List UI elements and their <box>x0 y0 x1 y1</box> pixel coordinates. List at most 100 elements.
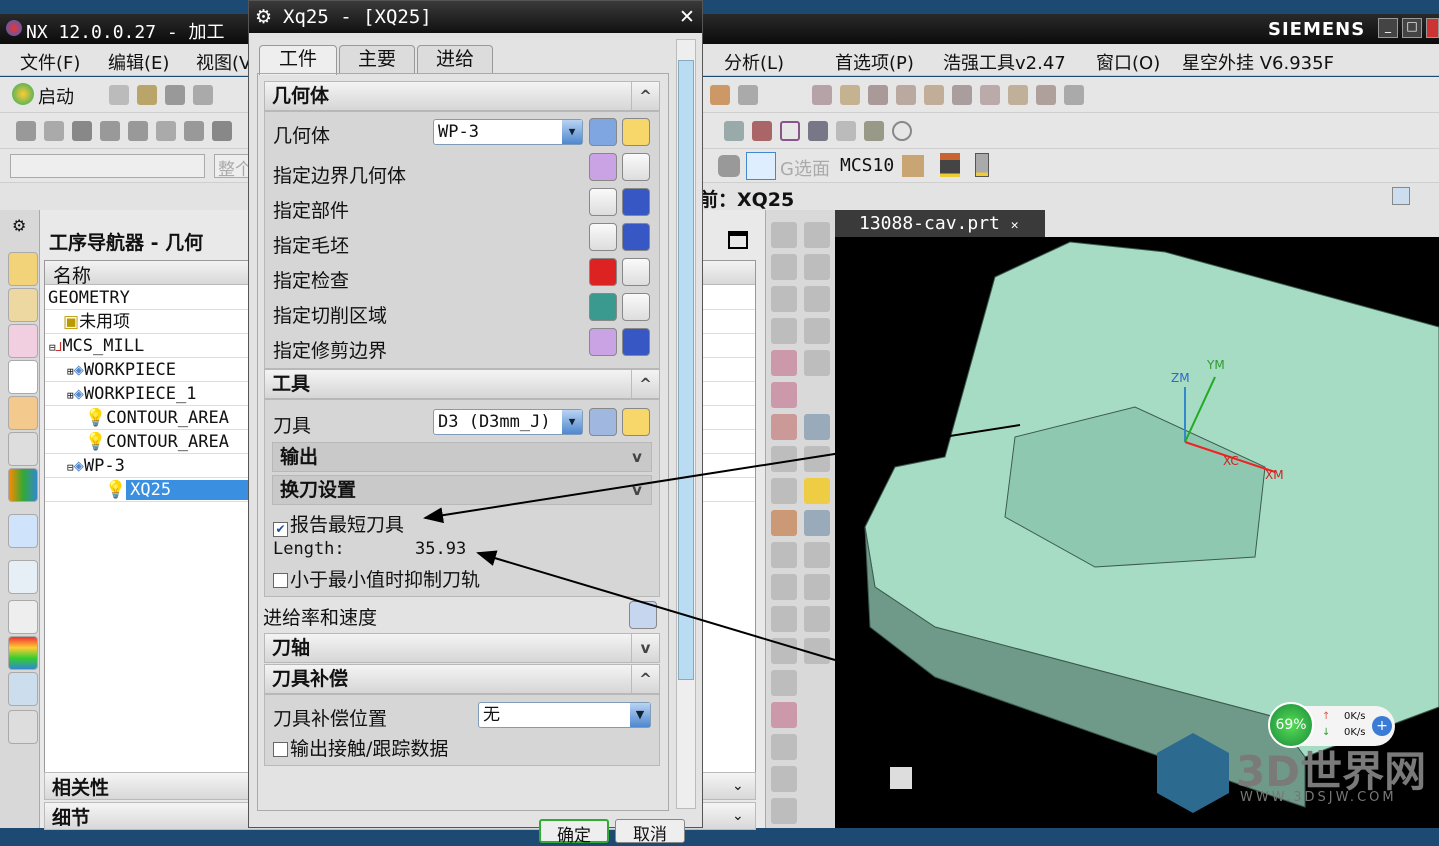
tool-icon[interactable] <box>804 606 830 632</box>
checkbox-unchecked[interactable] <box>273 742 288 757</box>
web-browser-icon[interactable] <box>8 560 38 594</box>
chevron-down-icon[interactable]: v <box>623 443 651 471</box>
program-order-icon[interactable] <box>8 288 38 322</box>
tool-icon[interactable] <box>771 286 797 312</box>
menu-edit[interactable]: 编辑(E) <box>108 49 169 75</box>
report-shortest-tool-checkbox[interactable]: ✔ 报告最短刀具 <box>273 510 404 537</box>
tab-main[interactable]: 主要 <box>339 45 415 73</box>
tool-icon[interactable] <box>804 414 830 440</box>
dialog-title-bar[interactable]: ⚙ Xq25 - [XQ25] ✕ <box>249 1 702 33</box>
tool-icon[interactable] <box>771 638 797 664</box>
system-scene-icon[interactable] <box>8 710 38 744</box>
cylinder-tool-icon[interactable] <box>975 153 989 177</box>
tool-icon[interactable] <box>771 670 797 696</box>
info-icon[interactable] <box>8 514 38 548</box>
snap-icons[interactable] <box>720 121 916 141</box>
tool-axis-section-header[interactable]: 刀轴 v <box>264 633 660 663</box>
menu-xingkong-plugin[interactable]: 星空外挂 V6.935F <box>1182 49 1334 75</box>
face-select-button[interactable]: G选面 <box>780 155 830 181</box>
tool-icon[interactable] <box>771 222 797 248</box>
tool-icon[interactable] <box>771 798 797 824</box>
tool-icon[interactable] <box>771 574 797 600</box>
close-tab-icon[interactable]: ✕ <box>1011 218 1019 233</box>
tool-icon[interactable] <box>771 702 797 728</box>
edit-geometry-button[interactable] <box>622 118 650 146</box>
palette-icon[interactable] <box>8 636 38 670</box>
output-contact-checkbox[interactable]: 输出接触/跟踪数据 <box>273 734 448 761</box>
cutter-comp-section-header[interactable]: 刀具补偿 ^ <box>264 664 660 694</box>
tool-icon[interactable] <box>940 153 960 177</box>
display-flashlight-icon[interactable] <box>622 223 650 251</box>
display-flashlight-icon[interactable] <box>622 153 650 181</box>
tool-icon[interactable] <box>804 478 830 504</box>
tool-icon[interactable] <box>804 350 830 376</box>
add-icon[interactable]: + <box>1372 716 1392 736</box>
comp-position-select[interactable]: 无 ▼ <box>478 702 651 728</box>
new-geometry-button[interactable] <box>589 118 617 146</box>
tool-icon[interactable] <box>804 510 830 536</box>
menu-window[interactable]: 窗口(O) <box>1096 49 1160 75</box>
chevron-up-icon[interactable]: ^ <box>631 665 659 693</box>
expand-icon[interactable]: ⊞ <box>67 389 74 402</box>
machine-tool-navigator-icon[interactable] <box>8 252 38 286</box>
checkbox-unchecked[interactable] <box>273 573 288 588</box>
menu-file[interactable]: 文件(F) <box>20 49 80 75</box>
fullscreen-icon[interactable] <box>1392 187 1410 205</box>
maximize-navigator-icon[interactable] <box>728 231 748 249</box>
tab-feed[interactable]: 进给 <box>417 45 493 73</box>
chevron-down-icon[interactable]: ⌄ <box>732 778 744 794</box>
method-view-icon[interactable] <box>8 324 38 358</box>
chevron-up-icon[interactable]: ^ <box>631 82 659 110</box>
edit-tool-button[interactable] <box>622 408 650 436</box>
tool-icon[interactable] <box>804 286 830 312</box>
tool-icon[interactable] <box>771 542 797 568</box>
chevron-down-icon[interactable]: ⌄ <box>732 808 744 824</box>
display-flashlight-icon[interactable] <box>622 293 650 321</box>
chevron-down-icon[interactable]: v <box>623 476 651 504</box>
tool-icon[interactable] <box>771 254 797 280</box>
feature-tools-icon[interactable] <box>808 85 1088 105</box>
collapse-icon[interactable]: ⊟ <box>49 341 56 354</box>
tool-icon[interactable] <box>771 446 797 472</box>
part-file-tab[interactable]: 13088-cav.prt ✕ <box>835 210 1045 237</box>
new-file-icon[interactable] <box>105 85 217 105</box>
menu-analysis[interactable]: 分析(L) <box>724 49 784 75</box>
display-flashlight-icon[interactable] <box>622 328 650 356</box>
settings-gear-icon[interactable]: ⚙ <box>12 216 26 235</box>
tool-holder-icon[interactable] <box>902 155 924 177</box>
tool-icon[interactable] <box>804 318 830 344</box>
specify-blank-button[interactable] <box>589 223 617 251</box>
face-select-icon[interactable] <box>746 152 776 180</box>
orient-tools-icon[interactable] <box>706 85 762 105</box>
tool-icon[interactable] <box>771 414 797 440</box>
close-button[interactable] <box>1426 18 1439 38</box>
menu-preferences[interactable]: 首选项(P) <box>835 49 914 75</box>
chevron-down-icon[interactable]: v <box>631 634 659 662</box>
menu-haoqiang-tools[interactable]: 浩强工具v2.47 <box>943 49 1066 75</box>
tool-icon[interactable] <box>804 542 830 568</box>
roles-icon[interactable] <box>8 672 38 706</box>
checkbox-checked[interactable]: ✔ <box>273 522 288 537</box>
specify-cut-area-button[interactable] <box>589 293 617 321</box>
tool-icon[interactable] <box>771 734 797 760</box>
specify-trim-boundary-button[interactable] <box>589 328 617 356</box>
geometry-section-header[interactable]: 几何体 ^ <box>264 81 660 111</box>
solid-icon[interactable] <box>718 155 740 177</box>
tool-section-header[interactable]: 工具 ^ <box>264 369 660 399</box>
display-flashlight-icon[interactable] <box>622 258 650 286</box>
tool-icon[interactable] <box>804 222 830 248</box>
history-clock-icon[interactable] <box>8 600 38 634</box>
feeds-speeds-button[interactable] <box>629 601 657 629</box>
tool-change-subsection[interactable]: 换刀设置 v <box>272 475 652 505</box>
specify-boundary-button[interactable] <box>589 153 617 181</box>
start-menu-button[interactable]: 启动 <box>38 83 74 109</box>
tool-icon[interactable] <box>771 478 797 504</box>
tab-workpiece[interactable]: 工件 <box>259 45 337 75</box>
reuse-library-icon[interactable] <box>8 468 38 502</box>
tool-icon[interactable] <box>771 510 797 536</box>
feature-navigator-icon[interactable] <box>8 396 38 430</box>
cancel-button[interactable]: 取消 <box>615 819 685 845</box>
new-tool-button[interactable] <box>589 408 617 436</box>
utility-icons[interactable] <box>12 121 236 141</box>
specify-part-button[interactable] <box>589 188 617 216</box>
